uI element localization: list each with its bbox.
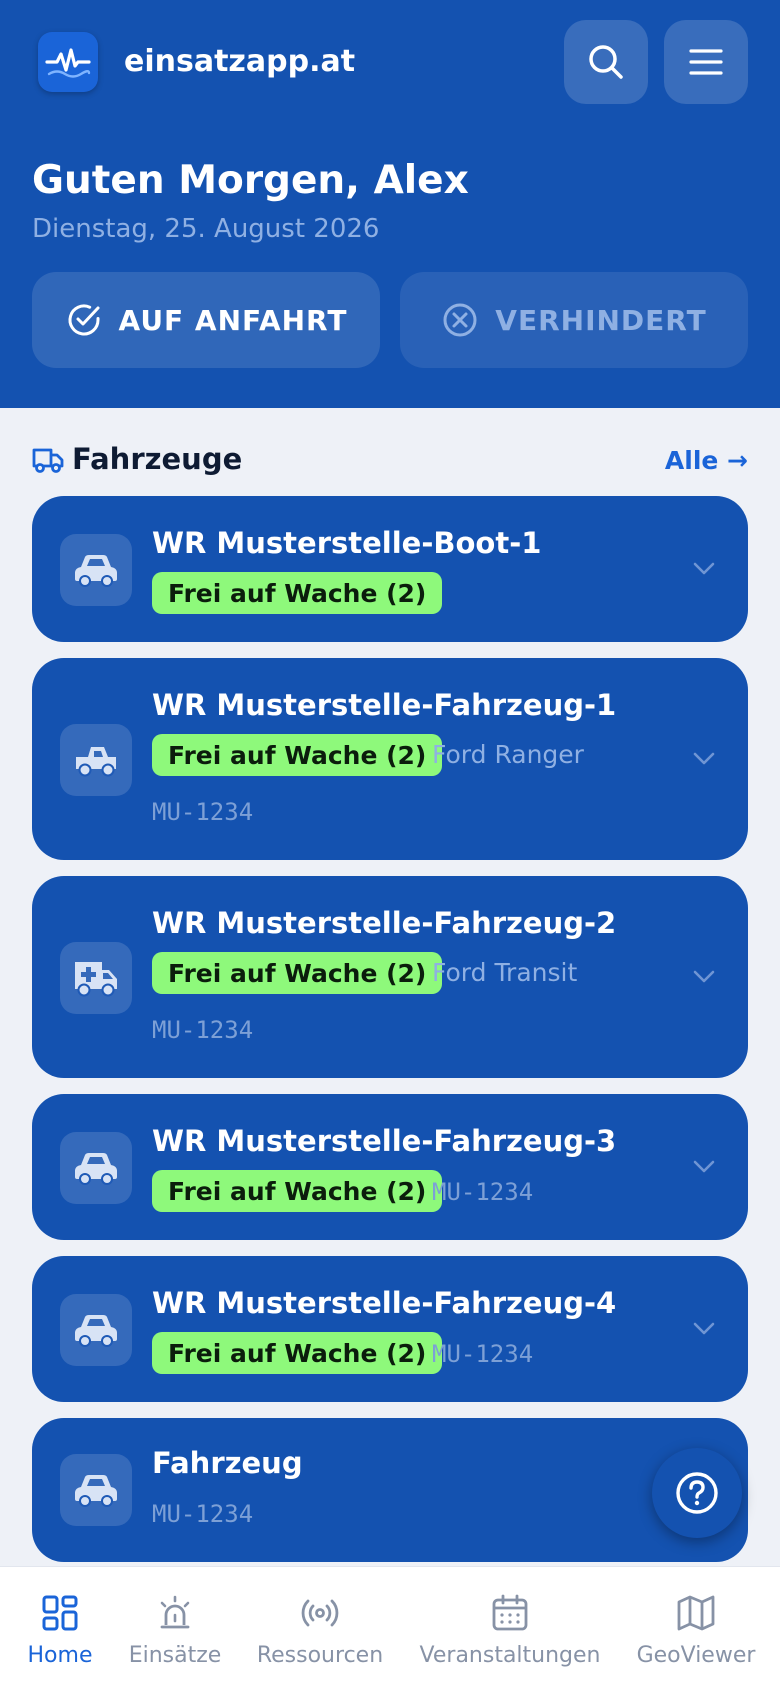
vehicle-icon-box <box>60 724 132 796</box>
car-icon <box>75 555 117 587</box>
nav-einsaetze[interactable]: Einsätze <box>122 1567 228 1688</box>
status-auf-anfahrt-button[interactable]: AUF ANFAHRT <box>32 272 380 368</box>
license-plate: MU-1234 <box>152 798 254 826</box>
nav-label: Home <box>27 1643 93 1668</box>
vehicles-section-header: Fahrzeuge Alle → <box>32 440 748 480</box>
chevron-down-icon[interactable] <box>690 1314 718 1342</box>
siren-icon <box>155 1593 195 1633</box>
brand-name: einsatzapp.at <box>124 44 356 79</box>
vehicle-name: WR Musterstelle-Fahrzeug-1 <box>152 688 617 722</box>
section-title: Fahrzeuge <box>72 442 243 476</box>
map-icon <box>676 1593 716 1633</box>
search-icon <box>589 45 623 79</box>
vehicle-card[interactable]: WR Musterstelle-Boot-1 Frei auf Wache (2… <box>32 496 748 642</box>
vehicle-icon-box <box>60 1294 132 1366</box>
vehicle-card[interactable]: WR Musterstelle-Fahrzeug-4 Frei auf Wach… <box>32 1256 748 1402</box>
nav-ressourcen[interactable]: Ressourcen <box>256 1567 384 1688</box>
current-date: Dienstag, 25. August 2026 <box>32 214 380 244</box>
check-circle-icon <box>68 304 100 336</box>
ambulance-icon <box>75 962 117 997</box>
menu-button[interactable] <box>664 20 748 104</box>
vehicle-name: Fahrzeug <box>152 1446 303 1480</box>
nav-veranstaltungen[interactable]: Veranstaltungen <box>419 1567 601 1688</box>
help-button[interactable] <box>652 1448 742 1538</box>
menu-icon <box>689 49 723 75</box>
vehicle-card[interactable]: WR Musterstelle-Fahrzeug-2 Frei auf Wach… <box>32 876 748 1078</box>
x-circle-icon <box>443 303 477 337</box>
chevron-down-icon[interactable] <box>690 744 718 772</box>
status-badge: Frei auf Wache (2) <box>152 734 443 776</box>
vehicle-card[interactable]: Fahrzeug MU-1234 <box>32 1418 748 1562</box>
nav-label: Einsätze <box>128 1643 222 1668</box>
chevron-down-icon[interactable] <box>690 962 718 990</box>
nav-label: Ressourcen <box>256 1643 384 1668</box>
chevron-down-icon[interactable] <box>690 1152 718 1180</box>
calendar-icon <box>490 1593 530 1633</box>
chevron-down-icon[interactable] <box>690 554 718 582</box>
help-circle-icon <box>676 1472 718 1514</box>
vehicle-icon-box <box>60 1454 132 1526</box>
car-icon <box>75 1315 117 1347</box>
search-button[interactable] <box>564 20 648 104</box>
status-badge: Frei auf Wache (2) <box>152 1332 443 1374</box>
vehicle-name: WR Musterstelle-Fahrzeug-2 <box>152 906 617 940</box>
view-all-link[interactable]: Alle → <box>665 446 748 475</box>
home-grid-icon <box>40 1593 80 1633</box>
license-plate: MU-1234 <box>152 1016 254 1044</box>
status-verhindert-button[interactable]: VERHINDERT <box>400 272 748 368</box>
nav-label: Veranstaltungen <box>419 1643 601 1668</box>
bottom-navigation: Home Einsätze Ressourcen Veranstaltungen… <box>0 1566 780 1688</box>
vehicle-icon-box <box>60 942 132 1014</box>
vehicle-card[interactable]: WR Musterstelle-Fahrzeug-3 Frei auf Wach… <box>32 1094 748 1240</box>
status-badge: Frei auf Wache (2) <box>152 572 443 614</box>
license-plate: MU-1234 <box>432 1340 534 1368</box>
vehicle-icon-box <box>60 1132 132 1204</box>
status-badge: Frei auf Wache (2) <box>152 952 443 994</box>
radio-icon <box>300 1593 340 1633</box>
vehicle-model: Ford Ranger <box>432 740 584 769</box>
status-auf-anfahrt-label: AUF ANFAHRT <box>118 303 348 337</box>
nav-geoviewer[interactable]: GeoViewer <box>634 1567 758 1688</box>
pickup-icon <box>76 747 116 777</box>
car-icon <box>75 1475 117 1507</box>
vehicle-name: WR Musterstelle-Fahrzeug-4 <box>152 1286 617 1320</box>
nav-home[interactable]: Home <box>18 1567 102 1688</box>
car-icon <box>75 1153 117 1185</box>
vehicle-name: WR Musterstelle-Fahrzeug-3 <box>152 1124 617 1158</box>
nav-label: GeoViewer <box>636 1643 756 1668</box>
vehicle-icon-box <box>60 534 132 606</box>
vehicle-model: Ford Transit <box>432 958 578 987</box>
status-verhindert-label: VERHINDERT <box>495 303 707 337</box>
truck-icon <box>32 448 64 473</box>
license-plate: MU-1234 <box>152 1500 254 1528</box>
pulse-logo-icon <box>45 48 91 78</box>
greeting-title: Guten Morgen, Alex <box>32 158 469 203</box>
license-plate: MU-1234 <box>432 1178 534 1206</box>
status-badge: Frei auf Wache (2) <box>152 1170 443 1212</box>
header: einsatzapp.at Guten Morgen, Alex Diensta… <box>0 0 780 408</box>
vehicle-name: WR Musterstelle-Boot-1 <box>152 526 542 560</box>
vehicle-card[interactable]: WR Musterstelle-Fahrzeug-1 Frei auf Wach… <box>32 658 748 860</box>
app-logo[interactable] <box>38 32 98 92</box>
